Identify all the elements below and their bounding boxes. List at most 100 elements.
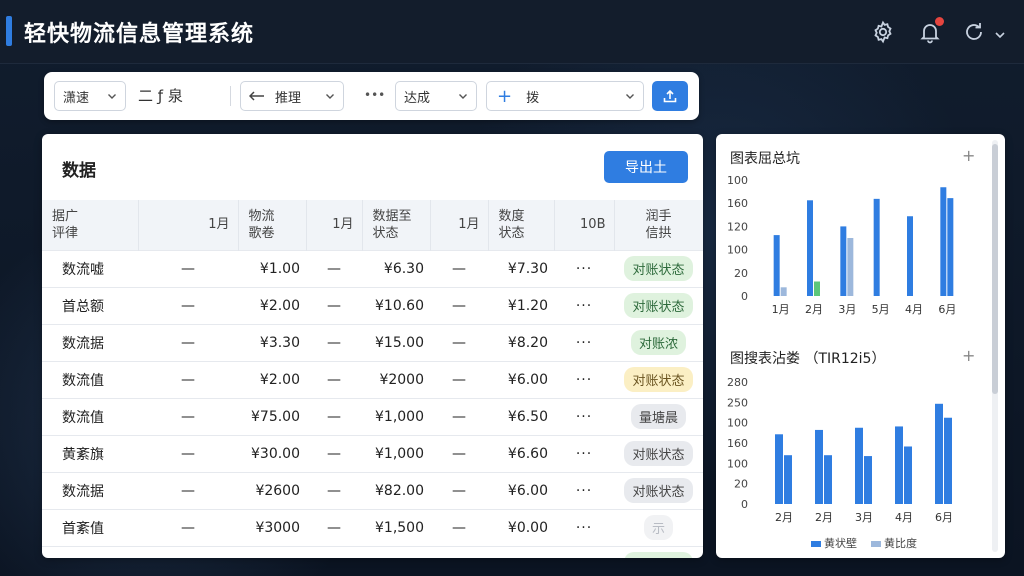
table-row[interactable]: 首总额 — ¥2.00— ¥10.60— ¥1.20 ··· 对账状态	[42, 286, 703, 324]
row-menu-icon[interactable]: ···	[554, 434, 614, 472]
chart-bar[interactable]	[935, 403, 943, 504]
row-menu-icon[interactable]: ···	[554, 249, 614, 287]
chart-bar[interactable]	[944, 417, 952, 504]
expand-icon[interactable]: +	[962, 146, 975, 165]
column-header[interactable]: 润手 信拱	[614, 200, 703, 250]
dash-cell: —	[306, 471, 362, 509]
gear-icon[interactable]	[871, 20, 895, 44]
column-header[interactable]: 物流 歌卷	[238, 200, 307, 250]
filter-select[interactable]: 潇速	[54, 81, 126, 111]
table-row[interactable]: 黄紊旗 — ¥30.00— ¥1,000— ¥6.60 ··· 对账状态	[42, 434, 703, 472]
chart-bar[interactable]	[940, 187, 947, 296]
name: 首总额	[42, 286, 138, 324]
x-tick-label: 3月	[855, 511, 873, 524]
chart-bar[interactable]	[815, 429, 823, 504]
chart-bar[interactable]	[873, 198, 880, 296]
table-row[interactable]: 数流值 — ¥2.00— ¥2000— ¥6.00 ··· 对账状态	[42, 360, 703, 398]
upload-button[interactable]	[652, 81, 688, 111]
add-select-value: 拨	[526, 90, 540, 106]
upload-icon	[663, 89, 677, 103]
chart-bar[interactable]	[907, 216, 913, 296]
table-row[interactable]: 数流据 — ¥3.30— ¥15.00— ¥8.20 ··· 对账浓	[42, 323, 703, 361]
chart-bar[interactable]	[855, 427, 863, 504]
app-header: 轻快物流信息管理系统	[0, 0, 1024, 64]
amount-cell: ¥1.00	[238, 249, 306, 287]
x-tick-label: 2月	[775, 511, 793, 524]
status-cell: 量塘晨	[614, 397, 703, 435]
amount-cell: ¥2.00	[238, 286, 306, 324]
bar-chart-monthly: 0 20 100 120 160 100 1月 2月 3月 5月 4月 6月	[727, 174, 956, 316]
x-tick-label: 3月	[838, 303, 856, 316]
status-cell: 对账状态	[614, 471, 703, 509]
row-menu-icon[interactable]: ···	[554, 360, 614, 398]
chevron-down-icon[interactable]	[994, 26, 1006, 39]
amount-cell: ¥1,000	[362, 397, 430, 435]
more-options[interactable]: •••	[364, 88, 385, 102]
dash-cell: —	[306, 434, 362, 472]
row-menu-icon[interactable]: ···	[554, 545, 614, 558]
bell-icon[interactable]	[918, 17, 944, 44]
amount-cell: ¥6.50	[488, 397, 554, 435]
row-menu-icon[interactable]: ···	[554, 471, 614, 509]
column-header[interactable]: 数据至 状态	[362, 200, 431, 250]
table-row[interactable]: 数流值 — ¥75.00— ¥1,000— ¥6.50 ··· 量塘晨	[42, 397, 703, 435]
x-tick-label: 6月	[938, 303, 956, 316]
column-header[interactable]: 10B	[554, 200, 615, 250]
chart-bar[interactable]	[847, 238, 854, 296]
export-button[interactable]: 导出土	[604, 151, 688, 183]
plus-icon: +	[497, 85, 513, 107]
chart-bar[interactable]	[904, 446, 912, 504]
amount-cell: ¥1,000	[362, 434, 430, 472]
expand-icon[interactable]: +	[962, 346, 975, 365]
x-tick-label: 2月	[815, 511, 833, 524]
chart-bar[interactable]	[807, 200, 813, 296]
table-row[interactable]: 数流据 — ¥2600— ¥82.00— ¥6.00 ··· 对账状态	[42, 471, 703, 509]
chart-bar[interactable]	[773, 235, 780, 296]
column-header[interactable]: 1月	[430, 200, 489, 250]
table-row[interactable]: 数流值———···对账状态	[42, 545, 703, 558]
column-header[interactable]: 1月	[306, 200, 363, 250]
y-tick-label: 120	[727, 220, 748, 233]
chart-bar[interactable]	[840, 226, 847, 296]
y-tick-label: 280	[727, 376, 748, 389]
amount-cell: ¥8.20	[488, 323, 554, 361]
chart-bar[interactable]	[947, 198, 954, 296]
amount-cell: ¥6.00	[488, 360, 554, 398]
scrollbar[interactable]	[992, 140, 998, 552]
legend-item: 黄比度	[871, 535, 917, 551]
chart-bar[interactable]	[864, 456, 872, 504]
status-badge: 对账浓	[630, 330, 686, 355]
y-tick-label: 0	[741, 290, 748, 303]
scrollbar-thumb[interactable]	[992, 144, 998, 394]
title-accent-bar	[6, 16, 12, 46]
dash-cell: —	[430, 286, 488, 324]
y-tick-label: 100	[727, 457, 748, 470]
method-select[interactable]: 达成	[395, 81, 477, 111]
column-header[interactable]: 据广 评律	[42, 200, 139, 250]
view-mode-label[interactable]: 二 ƒ 泉	[138, 85, 183, 106]
sort-select[interactable]: 推理	[240, 81, 344, 111]
chart-bar[interactable]	[775, 434, 783, 504]
table-row[interactable]: 首紊值 — ¥3000— ¥1,500— ¥0.00 ··· 示	[42, 508, 703, 546]
row-menu-icon[interactable]: ···	[554, 286, 614, 324]
dash-cell: —	[306, 545, 362, 558]
row-menu-icon[interactable]: ···	[554, 508, 614, 546]
amount-cell: ¥30.00	[238, 434, 306, 472]
table-row[interactable]: 数流嘘 — ¥1.00— ¥6.30— ¥7.30 ··· 对账状态	[42, 249, 703, 287]
chart-title: 图搜表沾娄 （TIR12i5）	[730, 351, 886, 367]
sort-icon	[249, 91, 264, 101]
column-header[interactable]: 数度 状态	[488, 200, 555, 250]
chart-bar[interactable]	[784, 455, 792, 504]
toolbar-divider	[230, 86, 231, 106]
chart-bar[interactable]	[895, 426, 903, 504]
chart-bar[interactable]	[814, 281, 820, 297]
row-menu-icon[interactable]: ···	[554, 397, 614, 435]
chevron-down-icon	[108, 94, 116, 99]
column-header[interactable]: 1月	[138, 200, 239, 250]
chart-bar[interactable]	[824, 455, 832, 504]
chart-bar[interactable]	[780, 287, 787, 296]
add-select[interactable]: + 拨	[486, 81, 644, 111]
row-menu-icon[interactable]: ···	[554, 323, 614, 361]
refresh-icon[interactable]	[962, 20, 986, 44]
dash-cell: —	[138, 286, 238, 324]
